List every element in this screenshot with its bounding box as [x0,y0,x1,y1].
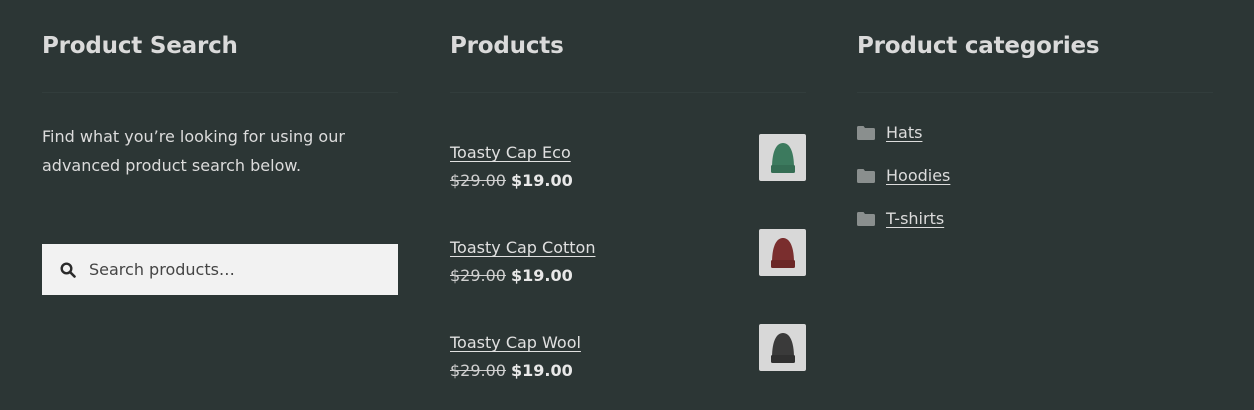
product-item: Toasty Cap Eco $29.00 $19.00 [450,134,810,203]
product-link[interactable]: Toasty Cap Eco [450,143,571,162]
original-price: $29.00 [450,171,506,190]
search-icon [60,262,76,278]
search-form [42,244,398,295]
folder-icon [857,126,875,140]
category-link-t-shirts[interactable]: T-shirts [886,209,944,228]
product-thumbnail[interactable] [759,229,806,276]
beanie-icon [770,237,795,268]
beanie-icon [770,332,795,363]
search-input[interactable] [89,244,389,295]
footer-widgets: Product Search Find what you’re looking … [0,0,1254,410]
product-price: $29.00 $19.00 [450,171,573,190]
product-price: $29.00 $19.00 [450,266,573,285]
beanie-icon [770,142,795,173]
product-link[interactable]: Toasty Cap Wool [450,333,581,352]
search-description: Find what you’re looking for using our a… [42,127,345,175]
original-price: $29.00 [450,361,506,380]
products-title: Products [450,33,564,59]
title-divider [450,92,806,93]
folder-icon [857,169,875,183]
title-divider [857,92,1213,93]
folder-icon [857,212,875,226]
product-categories-title: Product categories [857,33,1100,59]
product-item: Toasty Cap Wool $29.00 $19.00 [450,324,810,393]
category-link-hats[interactable]: Hats [886,123,922,142]
sale-price: $19.00 [510,266,573,285]
category-link-hoodies[interactable]: Hoodies [886,166,950,185]
sale-price: $19.00 [510,361,573,380]
title-divider [42,92,398,93]
product-price: $29.00 $19.00 [450,361,573,380]
product-search-title: Product Search [42,33,238,59]
product-thumbnail[interactable] [759,134,806,181]
sale-price: $19.00 [510,171,573,190]
product-thumbnail[interactable] [759,324,806,371]
product-item: Toasty Cap Cotton $29.00 $19.00 [450,229,810,298]
product-link[interactable]: Toasty Cap Cotton [450,238,595,257]
original-price: $29.00 [450,266,506,285]
